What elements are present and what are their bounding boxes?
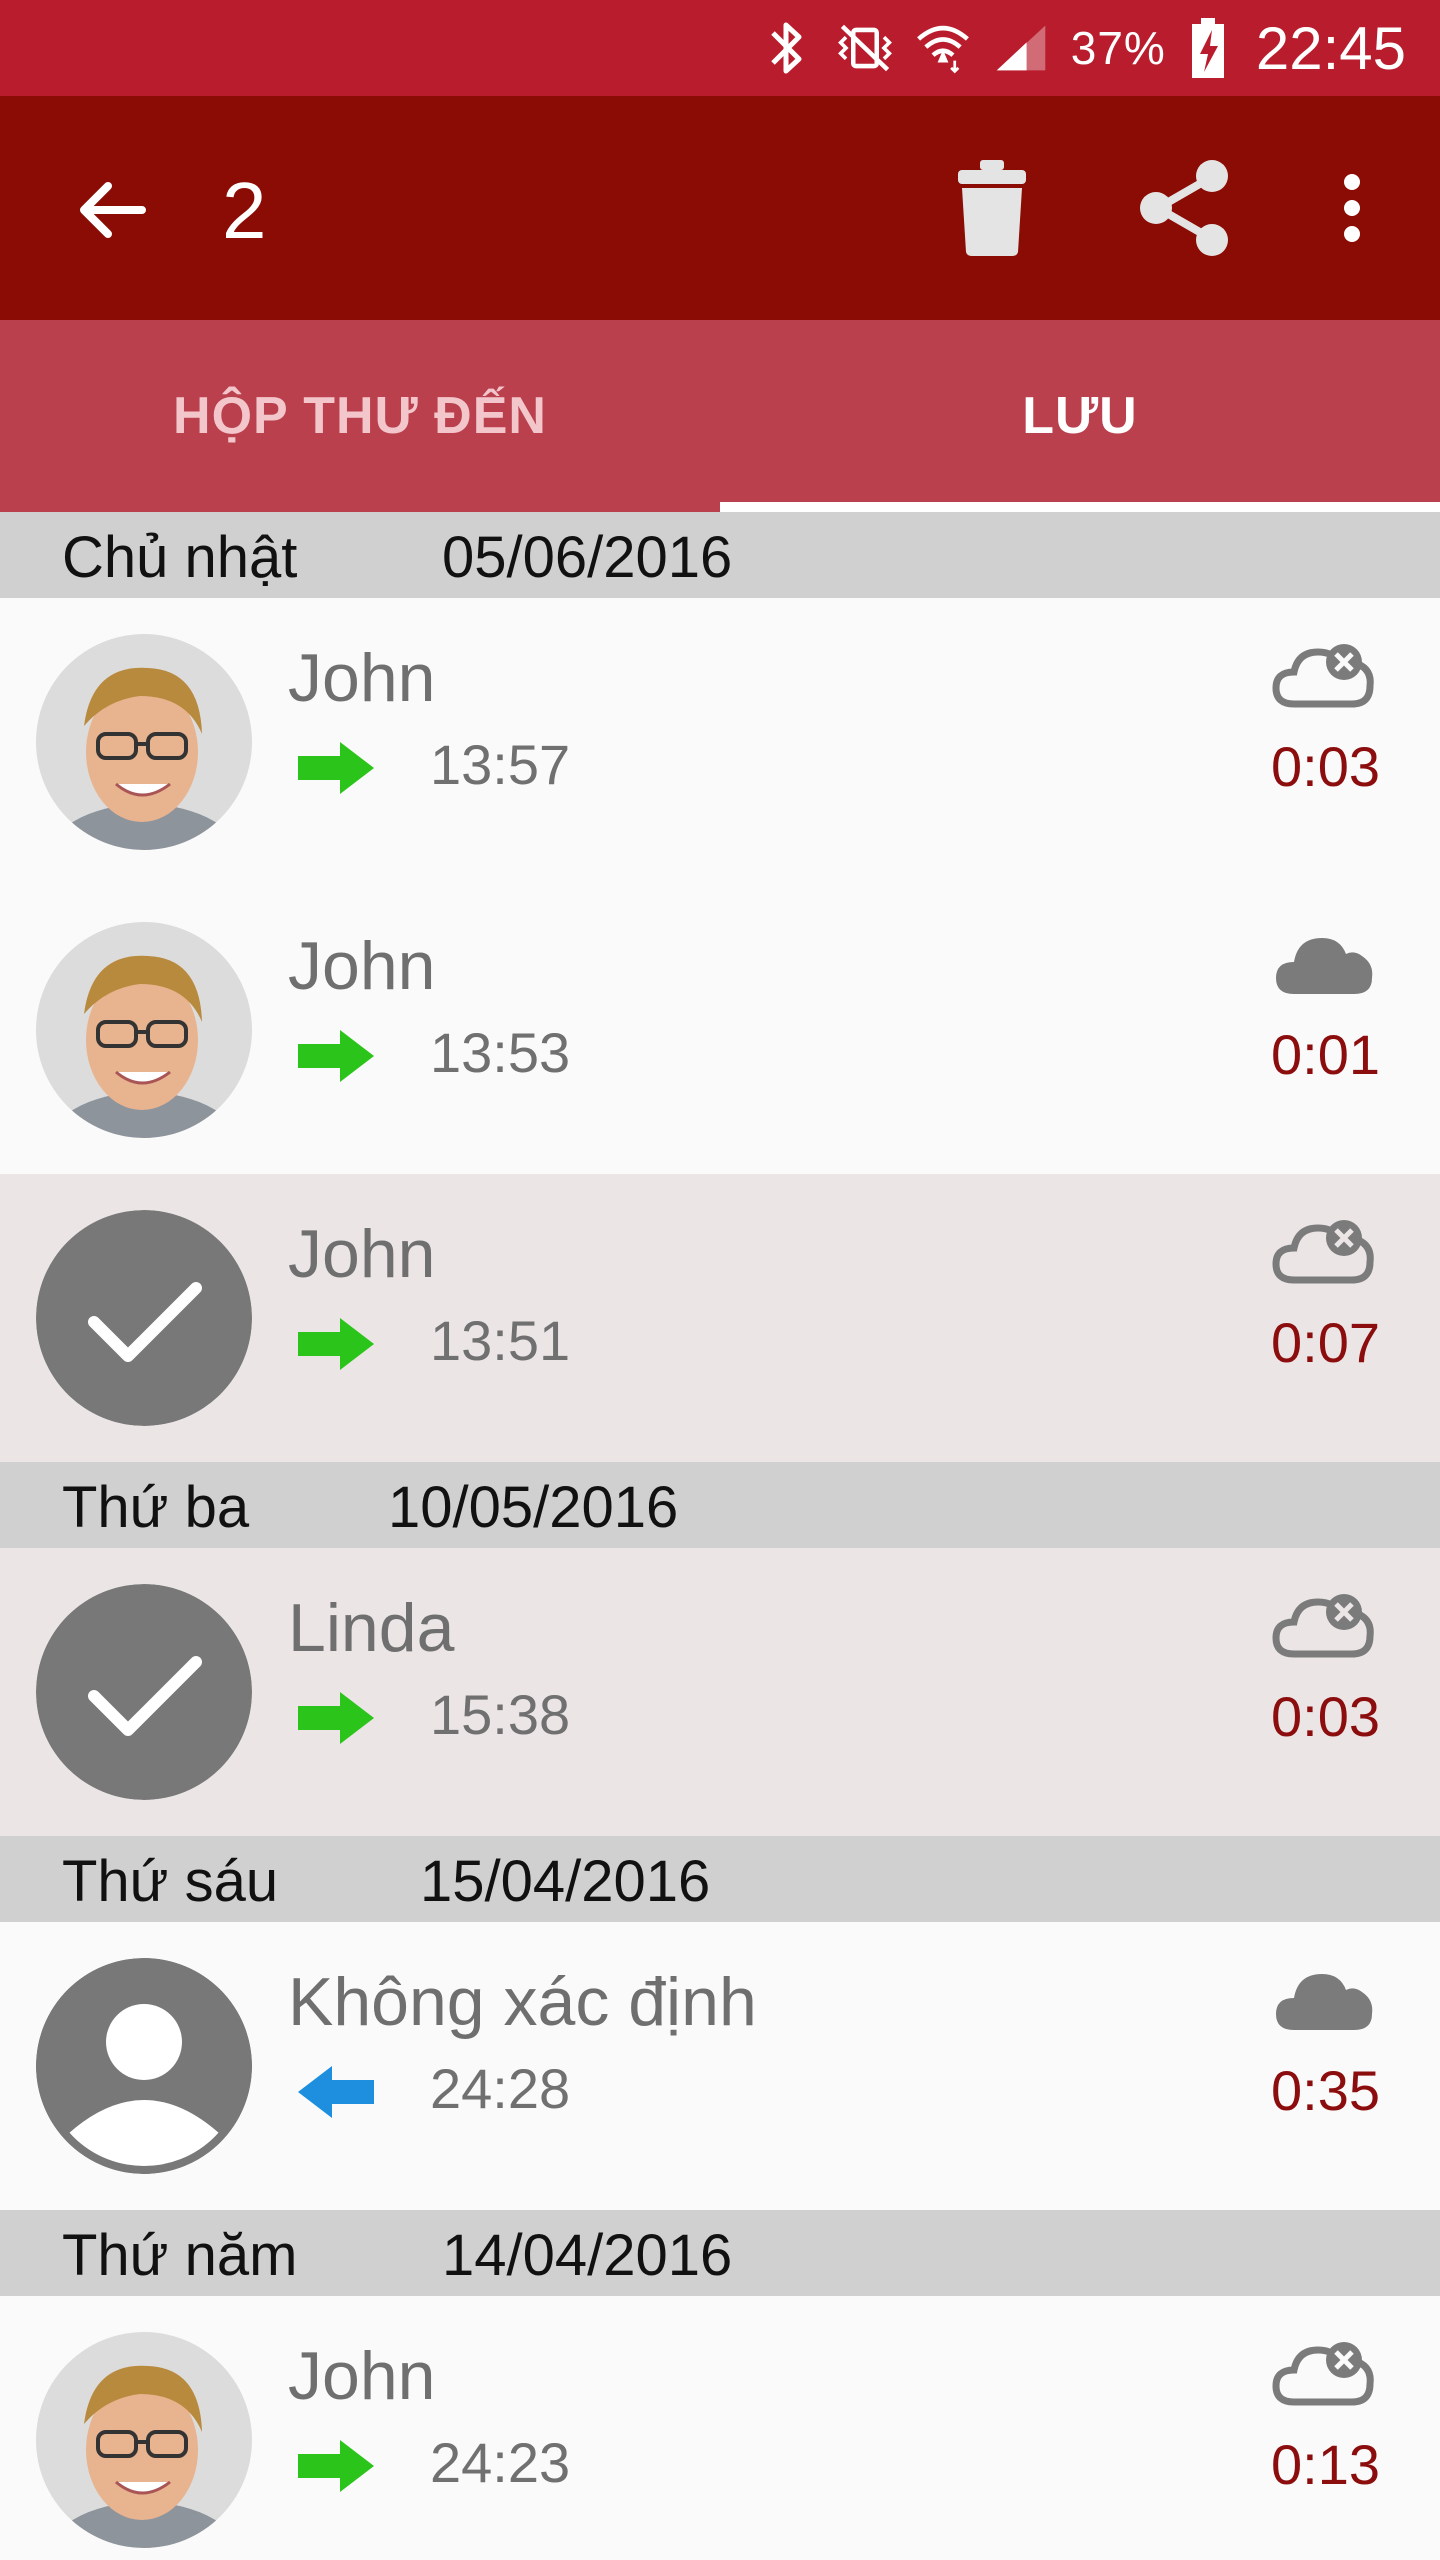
call-duration: 0:01 <box>1271 1023 1380 1086</box>
contact-photo[interactable] <box>36 2332 252 2548</box>
recording-row[interactable]: Không xác định 24:28 0:35 <box>0 1922 1440 2210</box>
date-header-date: 10/05/2016 <box>388 1475 679 1540</box>
share-icon <box>1140 160 1228 256</box>
back-button[interactable] <box>70 168 154 252</box>
outgoing-call-arrow-icon <box>298 1318 374 1370</box>
contact-photo[interactable] <box>36 634 252 850</box>
call-time: 24:28 <box>430 2057 571 2120</box>
battery-percent: 37% <box>1070 22 1166 74</box>
call-duration: 0:03 <box>1271 735 1380 798</box>
battery-charging-icon <box>1188 16 1228 80</box>
call-time: 15:38 <box>430 1683 571 1746</box>
outgoing-call-arrow-icon <box>298 742 374 794</box>
contact-name: Linda <box>288 1590 455 1666</box>
status-bar: 37% 22:45 <box>0 0 1440 96</box>
more-vert-icon <box>1344 174 1360 242</box>
incoming-call-arrow-icon <box>298 2066 374 2118</box>
contact-photo[interactable] <box>36 922 252 1138</box>
cloud-icon[interactable] <box>1272 1962 1376 2038</box>
cloud-off-icon[interactable] <box>1272 1588 1376 1664</box>
check-icon <box>36 1584 252 1800</box>
clock: 22:45 <box>1255 14 1406 82</box>
call-duration: 0:07 <box>1271 1311 1380 1374</box>
default-contact-avatar[interactable] <box>36 1958 252 2174</box>
cloud-off-icon[interactable] <box>1272 2336 1376 2412</box>
wifi-icon <box>915 16 971 80</box>
selected-check-avatar[interactable] <box>36 1210 252 1426</box>
date-header: Thứ năm 14/04/2016 <box>0 2210 1440 2296</box>
recording-row-selected[interactable]: Linda 15:38 0:03 <box>0 1548 1440 1836</box>
cloud-off-icon[interactable] <box>1272 1214 1376 1290</box>
date-header: Thứ ba 10/05/2016 <box>0 1462 1440 1548</box>
signal-icon <box>993 16 1049 80</box>
selected-count: 2 <box>222 166 267 255</box>
tab-bar: HỘP THƯ ĐẾN LƯU <box>0 320 1440 512</box>
tab-indicator <box>720 502 1440 512</box>
person-icon <box>36 1958 252 2174</box>
call-duration: 0:03 <box>1271 1685 1380 1748</box>
date-header-date: 14/04/2016 <box>442 2223 733 2288</box>
delete-button[interactable] <box>936 152 1048 264</box>
cloud-icon[interactable] <box>1272 926 1376 1002</box>
contact-name: John <box>288 1216 436 1292</box>
date-header-date: 15/04/2016 <box>420 1849 711 1914</box>
call-duration: 0:13 <box>1271 2433 1380 2496</box>
more-options-button[interactable] <box>1296 152 1408 264</box>
contact-name: John <box>288 928 436 1004</box>
trash-icon <box>958 160 1026 256</box>
check-icon <box>36 1210 252 1426</box>
call-duration: 0:35 <box>1271 2059 1380 2122</box>
contact-name: John <box>288 2338 436 2414</box>
recording-row[interactable]: John 13:57 0:03 <box>0 598 1440 886</box>
contact-name: Không xác định <box>288 1964 757 2040</box>
bluetooth-icon <box>759 16 815 80</box>
outgoing-call-arrow-icon <box>298 2440 374 2492</box>
date-header-date: 05/06/2016 <box>442 525 733 590</box>
date-header-day: Thứ năm <box>62 2223 298 2288</box>
outgoing-call-arrow-icon <box>298 1030 374 1082</box>
vibrate-mute-icon <box>837 16 893 80</box>
date-header-day: Chủ nhật <box>62 525 298 590</box>
tab-saved[interactable]: LƯU <box>720 320 1440 512</box>
recordings-list[interactable]: Chủ nhật 05/06/2016 John 13:57 0:03 John… <box>0 512 1440 2560</box>
outgoing-call-arrow-icon <box>298 1692 374 1744</box>
call-time: 13:57 <box>430 733 571 796</box>
call-time: 24:23 <box>430 2431 571 2494</box>
selected-check-avatar[interactable] <box>36 1584 252 1800</box>
contextual-action-bar: 2 <box>0 96 1440 320</box>
recording-row[interactable]: John 13:53 0:01 <box>0 886 1440 1174</box>
tab-inbox[interactable]: HỘP THƯ ĐẾN <box>0 320 720 512</box>
arrow-back-icon <box>80 182 146 238</box>
recording-row[interactable]: John 24:23 0:13 <box>0 2296 1440 2560</box>
date-header: Thứ sáu 15/04/2016 <box>0 1836 1440 1922</box>
call-time: 13:51 <box>430 1309 571 1372</box>
recording-row-selected[interactable]: John 13:51 0:07 <box>0 1174 1440 1462</box>
date-header-day: Thứ sáu <box>62 1849 279 1914</box>
date-header-day: Thứ ba <box>62 1475 250 1540</box>
share-button[interactable] <box>1128 152 1240 264</box>
cloud-off-icon[interactable] <box>1272 638 1376 714</box>
date-header: Chủ nhật 05/06/2016 <box>0 512 1440 598</box>
call-time: 13:53 <box>430 1021 571 1084</box>
contact-name: John <box>288 640 436 716</box>
